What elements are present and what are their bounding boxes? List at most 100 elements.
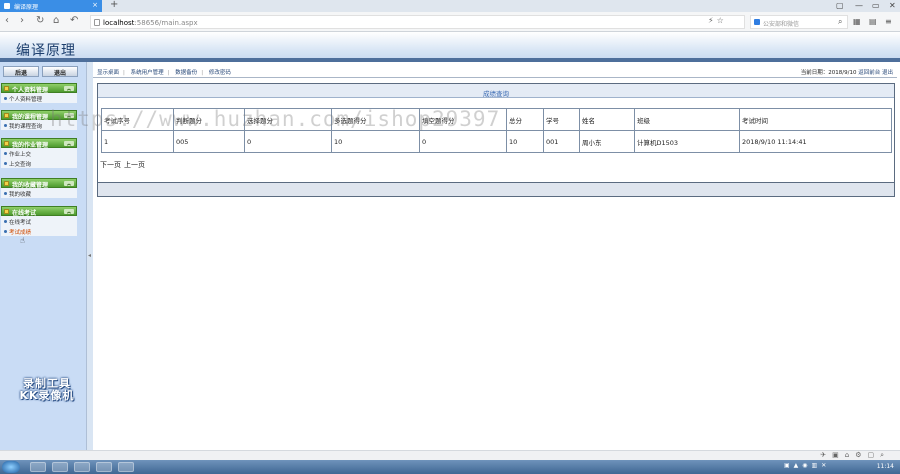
- prev-page-link[interactable]: 上一页: [124, 161, 145, 169]
- table-cell: 计算机D1503: [634, 130, 740, 153]
- table-cell: 001: [543, 130, 580, 153]
- menu-item-submit-query[interactable]: 上交查询: [1, 158, 77, 168]
- browser-status-bar: ✈▣⌂⚙▢⌕: [0, 450, 900, 460]
- search-placeholder: 公安部和微信: [763, 21, 800, 28]
- menu-header-exam[interactable]: 在线考试 ︽: [1, 206, 77, 217]
- menu-header-courses[interactable]: 我的课程管理 ︽: [1, 110, 77, 121]
- menu-header-profile[interactable]: 个人资料管理 ︽: [1, 83, 77, 94]
- folder-icon: [4, 113, 9, 118]
- taskbar-app-tools-icon[interactable]: [74, 462, 90, 472]
- column-header: 考试序号: [101, 108, 174, 131]
- data-backup-link[interactable]: 数据备份: [175, 70, 197, 76]
- menu-item-homework-submit[interactable]: 作业上交: [1, 148, 77, 158]
- start-button-icon[interactable]: [2, 461, 20, 473]
- chevron-up-icon[interactable]: ︽: [64, 209, 74, 214]
- menu-item-online-exam[interactable]: 在线考试: [1, 216, 77, 226]
- taskbar-clock: 11:14: [876, 463, 894, 470]
- home-icon[interactable]: ⌂: [53, 15, 59, 26]
- table-cell: 10: [331, 130, 420, 153]
- search-input[interactable]: 公安部和微信: [750, 15, 848, 29]
- app-title: 编译原理: [16, 43, 76, 59]
- sidebar-buttons: 后退 退出: [2, 66, 78, 78]
- column-header: 姓名: [579, 108, 635, 131]
- user-management-link[interactable]: 系统用户管理: [131, 70, 164, 76]
- menu-item-label: 上交查询: [9, 162, 32, 168]
- column-header: 填空题得分: [419, 108, 507, 131]
- folder-icon: [4, 181, 9, 186]
- recorder-watermark-line2: KK录像机: [19, 389, 75, 402]
- reload-icon[interactable]: ↻: [36, 15, 44, 26]
- next-page-link[interactable]: 下一页: [100, 161, 121, 169]
- table-cell: 2018/9/10 11:14:41: [739, 130, 892, 153]
- column-header: 判断题分: [173, 108, 245, 131]
- chevron-up-icon[interactable]: ︽: [64, 181, 74, 186]
- table-row[interactable]: 1 005 0 10 0 10 001 周小东 计算机D1503 2018/9/…: [101, 130, 892, 153]
- menu-header-favorites[interactable]: 我的收藏管理 ︽: [1, 178, 77, 189]
- logout-button[interactable]: 退出: [42, 66, 78, 77]
- taskbar-app-explorer-icon[interactable]: [30, 462, 46, 472]
- table-header-row: 考试序号 判断题分 选择题分 多选题得分 填空题得分 总分 学号 姓名 班级 考…: [101, 108, 892, 131]
- separator: |: [201, 70, 204, 76]
- top-toolbar: 显示桌面 | 系统用户管理 | 数据备份 | 修改密码 当前日期：2018/9/10 …: [93, 65, 897, 77]
- url-host: localhost: [103, 19, 135, 27]
- browser-tab[interactable]: 编译原理 ×: [0, 0, 102, 12]
- change-password-link[interactable]: 修改密码: [209, 70, 231, 76]
- collapse-arrow-icon[interactable]: ◂: [88, 252, 91, 259]
- column-header: 多选题得分: [331, 108, 420, 131]
- maximize-window-icon[interactable]: ▭: [872, 1, 880, 10]
- menu-item-label: 我的课程查询: [9, 124, 43, 130]
- extension-icon[interactable]: ▤: [869, 17, 877, 26]
- folder-icon: [4, 209, 9, 214]
- taskbar-app-media-icon[interactable]: [52, 462, 68, 472]
- url-input[interactable]: localhost:58656/main.aspx: [90, 15, 745, 29]
- menu-item-profile[interactable]: 个人资料管理: [1, 93, 77, 103]
- minimize-window-icon[interactable]: —: [855, 1, 863, 10]
- show-desktop-link[interactable]: 显示桌面: [97, 70, 119, 76]
- page-favicon-icon: [4, 3, 10, 9]
- new-tab-button[interactable]: +: [110, 0, 118, 10]
- column-header: 选择题分: [244, 108, 332, 131]
- status-icons[interactable]: ✈▣⌂⚙▢⌕: [820, 451, 890, 460]
- panel-title: 成绩查询: [98, 84, 894, 98]
- taskbar-app-browser-icon[interactable]: [96, 462, 112, 472]
- search-engine-icon: [754, 19, 760, 25]
- separator: |: [123, 70, 125, 76]
- search-icon[interactable]: ⌕: [838, 17, 842, 27]
- bullet-icon: [4, 230, 7, 233]
- chevron-up-icon[interactable]: ︽: [64, 86, 74, 91]
- bullet-icon: [4, 192, 7, 195]
- chevron-up-icon[interactable]: ︽: [64, 141, 74, 146]
- back-arrow-icon[interactable]: ‹: [5, 15, 9, 26]
- bullet-icon: [4, 162, 7, 165]
- menu-header-homework[interactable]: 我的作业管理 ︽: [1, 138, 77, 149]
- apps-icon[interactable]: ▦: [853, 17, 861, 26]
- close-window-icon[interactable]: ✕: [889, 1, 896, 10]
- menu-icon[interactable]: ≡: [885, 17, 892, 26]
- chevron-up-icon[interactable]: ︽: [64, 113, 74, 118]
- bullet-icon: [4, 124, 7, 127]
- restore-window-icon[interactable]: ▢: [836, 1, 844, 10]
- menu-courses: 我的课程管理 ︽ 我的课程查询: [1, 110, 77, 130]
- hand-cursor-icon: ☝: [20, 236, 25, 245]
- back-button[interactable]: 后退: [3, 66, 39, 77]
- close-tab-icon[interactable]: ×: [92, 1, 98, 9]
- panel-footer: [98, 182, 894, 196]
- menu-item-exam-scores[interactable]: 考试成绩: [1, 226, 77, 236]
- toolbar-divider: [93, 77, 897, 78]
- table-cell: 005: [173, 130, 245, 153]
- address-bar-area: ‹ › ↻ ⌂ ↶ localhost:58656/main.aspx ⚡☆ 公…: [0, 12, 900, 32]
- forward-arrow-icon[interactable]: ›: [20, 15, 24, 26]
- back-to-front-link[interactable]: 返回前台: [858, 70, 880, 76]
- lightning-star-icons[interactable]: ⚡☆: [708, 16, 727, 25]
- taskbar-app-vs-icon[interactable]: [118, 462, 134, 472]
- score-table: 考试序号 判断题分 选择题分 多选题得分 填空题得分 总分 学号 姓名 班级 考…: [101, 108, 892, 160]
- menu-homework: 我的作业管理 ︽ 作业上交 上交查询: [1, 138, 77, 168]
- browser-tab-strip: 编译原理 × + ▢ — ▭ ✕: [0, 0, 900, 12]
- system-tray-icons[interactable]: ▣▲◉▥✕: [784, 462, 830, 469]
- sidebar-collapse-handle[interactable]: ◂: [86, 62, 93, 450]
- exit-link[interactable]: 退出: [882, 70, 893, 76]
- menu-item-course-query[interactable]: 我的课程查询: [1, 120, 77, 130]
- folder-icon: [4, 86, 9, 91]
- menu-item-my-favorites[interactable]: 我的收藏: [1, 188, 77, 198]
- undo-icon[interactable]: ↶: [70, 15, 78, 26]
